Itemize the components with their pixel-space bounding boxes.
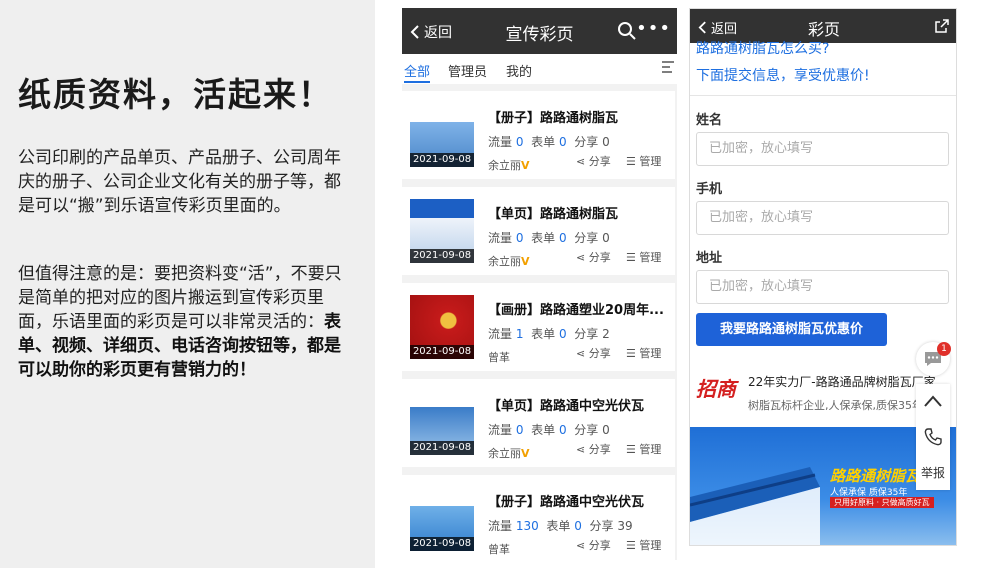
item-owner: 余立丽V xyxy=(488,447,530,460)
item-title: 【画册】路路通塑业20周年... xyxy=(488,303,664,318)
share-icon: ⋖ xyxy=(576,443,589,456)
list-item[interactable]: 2021-09-08 【画册】路路通塑业20周年... 流量 1 表单 0 分享… xyxy=(402,283,675,371)
date-label: 2021-09-08 xyxy=(410,153,474,167)
name-label: 姓名 xyxy=(696,113,723,128)
list-item[interactable]: 2021-09-08 【单页】路路通树脂瓦 流量 0 表单 0 分享 0 余立丽… xyxy=(402,187,675,275)
page-title: 彩页 xyxy=(807,20,840,39)
form-heading: 路路通树脂瓦怎么买? xyxy=(696,41,830,57)
share-button[interactable]: ⋖ 分享 xyxy=(576,249,611,265)
share-button[interactable]: ⋖ 分享 xyxy=(576,441,611,457)
roof-tile-illustration xyxy=(690,467,820,545)
item-owner: 曾革 xyxy=(488,351,510,364)
more-icon[interactable]: ••• xyxy=(636,18,671,39)
share-button[interactable]: ⋖ 分享 xyxy=(576,345,611,361)
date-label: 2021-09-08 xyxy=(410,537,474,551)
banner-tagline: 只用好原料 · 只做高质好瓦 xyxy=(830,497,934,508)
item-stats: 流量 0 表单 0 分享 0 xyxy=(488,231,610,245)
date-label: 2021-09-08 xyxy=(410,441,474,455)
intro-paragraph-2: 但值得注意的是：要把资料变“活”，不要只是简单的把对应的图片搬运到宣传彩页里面，… xyxy=(18,262,353,382)
address-label: 地址 xyxy=(696,251,723,266)
list-item[interactable]: 2021-09-08 【册子】路路通中空光伏瓦 流量 130 表单 0 分享 3… xyxy=(402,475,675,560)
cover-thumbnail: 2021-09-08 xyxy=(410,391,474,455)
share-icon: ⋖ xyxy=(576,251,589,264)
brochure-list-screen: 返回 宣传彩页 ••• 全部 管理员 我的 2021-09-08 【册子】路路通… xyxy=(402,8,677,560)
cover-thumbnail: 2021-09-08 xyxy=(410,295,474,359)
floating-sidebar: 举报 xyxy=(916,384,950,490)
list-icon: ☰ xyxy=(626,347,640,360)
promo-logo: 招商 xyxy=(696,377,736,401)
top-bar: 返回 宣传彩页 ••• xyxy=(402,8,677,54)
list-icon: ☰ xyxy=(626,443,640,456)
manage-button[interactable]: ☰ 管理 xyxy=(626,153,661,169)
cover-thumbnail: 2021-09-08 xyxy=(410,487,474,551)
phone-icon[interactable] xyxy=(924,428,942,446)
tab-admin[interactable]: 管理员 xyxy=(448,61,487,80)
list-icon: ☰ xyxy=(626,539,640,552)
active-tab-underline xyxy=(404,81,430,83)
search-icon[interactable] xyxy=(617,21,637,41)
item-stats: 流量 0 表单 0 分享 0 xyxy=(488,423,610,437)
tab-mine[interactable]: 我的 xyxy=(506,61,532,80)
report-button[interactable]: 举报 xyxy=(916,464,950,481)
tab-all[interactable]: 全部 xyxy=(404,61,430,80)
tab-bar: 全部 管理员 我的 xyxy=(402,54,677,84)
list-icon: ☰ xyxy=(626,155,640,168)
share-button[interactable]: ⋖ 分享 xyxy=(576,153,611,169)
share-icon[interactable] xyxy=(934,18,950,34)
banner-title: 路路通树脂瓦 xyxy=(830,467,921,485)
cover-thumbnail: 2021-09-08 xyxy=(410,199,474,263)
share-button[interactable]: ⋖ 分享 xyxy=(576,537,611,553)
share-icon: ⋖ xyxy=(576,539,589,552)
phone-field[interactable]: 已加密，放心填写 xyxy=(696,201,949,235)
filter-icon[interactable] xyxy=(661,60,675,74)
phone-label: 手机 xyxy=(696,182,723,197)
list-icon: ☰ xyxy=(626,251,640,264)
date-label: 2021-09-08 xyxy=(410,345,474,359)
manage-button[interactable]: ☰ 管理 xyxy=(626,537,661,553)
list-item[interactable]: 2021-09-08 【册子】路路通树脂瓦 流量 0 表单 0 分享 0 余立丽… xyxy=(402,91,675,179)
manage-button[interactable]: ☰ 管理 xyxy=(626,441,661,457)
item-title: 【册子】路路通中空光伏瓦 xyxy=(488,495,645,510)
name-field[interactable]: 已加密，放心填写 xyxy=(696,132,949,166)
chevron-up-icon[interactable] xyxy=(923,394,943,408)
manage-button[interactable]: ☰ 管理 xyxy=(626,249,661,265)
manage-button[interactable]: ☰ 管理 xyxy=(626,345,661,361)
share-icon: ⋖ xyxy=(576,347,589,360)
date-label: 2021-09-08 xyxy=(410,249,474,263)
share-icon: ⋖ xyxy=(576,155,589,168)
intro-panel: 纸质资料，活起来！ 公司印刷的产品单页、产品册子、公司周年庆的册子、公司企业文化… xyxy=(0,0,375,568)
cover-thumbnail: 2021-09-08 xyxy=(410,103,474,167)
item-owner: 余立丽V xyxy=(488,159,530,172)
item-title: 【册子】路路通树脂瓦 xyxy=(488,111,619,126)
address-field[interactable]: 已加密，放心填写 xyxy=(696,270,949,304)
item-title: 【单页】路路通树脂瓦 xyxy=(488,207,619,222)
intro-paragraph-1: 公司印刷的产品单页、产品册子、公司周年庆的册子、公司企业文化有关的册子等，都是可… xyxy=(18,148,341,216)
list-item[interactable]: 2021-09-08 【单页】路路通中空光伏瓦 流量 0 表单 0 分享 0 余… xyxy=(402,379,675,467)
notification-badge: 1 xyxy=(937,342,951,356)
intro-title: 纸质资料，活起来！ xyxy=(18,75,333,114)
divider xyxy=(690,95,956,96)
intro-paragraph-2-normal: 但值得注意的是：要把资料变“活”，不要只是简单的把对应的图片搬运到宣传彩页里面，… xyxy=(18,264,342,332)
item-stats: 流量 1 表单 0 分享 2 xyxy=(488,327,610,341)
form-subheading: 下面提交信息，享受优惠价! xyxy=(696,68,870,84)
submit-button[interactable]: 我要路路通树脂瓦优惠价 xyxy=(696,313,887,346)
item-stats: 流量 0 表单 0 分享 0 xyxy=(488,135,610,149)
item-owner: 曾革 xyxy=(488,543,510,556)
item-stats: 流量 130 表单 0 分享 39 xyxy=(488,519,633,533)
item-owner: 余立丽V xyxy=(488,255,530,268)
item-title: 【单页】路路通中空光伏瓦 xyxy=(488,399,645,414)
